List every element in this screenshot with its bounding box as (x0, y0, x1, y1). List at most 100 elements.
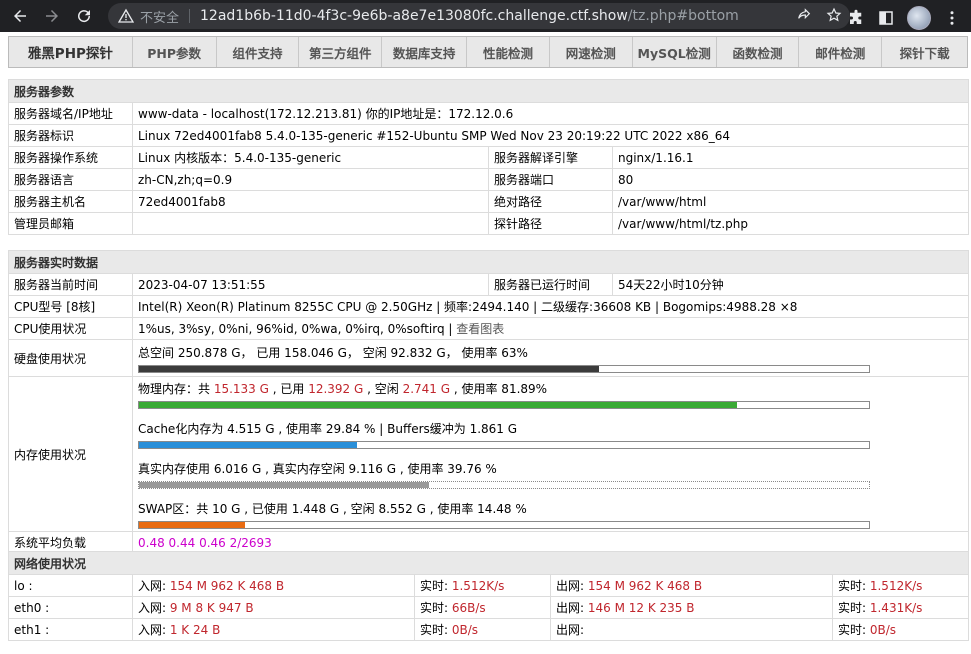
value-port: 80 (611, 168, 970, 191)
swap-memory-fill (139, 522, 245, 528)
menu-item-database[interactable]: 数据库支持 (382, 37, 468, 67)
rt-label: 实时: (420, 623, 452, 637)
out-label: 出网: (556, 623, 585, 637)
section-title: 网络使用状况 (7, 551, 970, 575)
iface-out-rt: 实时: 1.512K/s (831, 574, 970, 597)
menu-item-functions[interactable]: 函数检测 (717, 37, 800, 67)
label-domain: 服务器域名/IP地址 (8, 102, 133, 125)
network-row: lo : 入网: 154 M 962 K 468 B 实时: 1.512K/s … (8, 574, 970, 597)
section-title: 服务器实时数据 (7, 250, 970, 274)
url-path: /tz.php#bottom (627, 8, 739, 24)
real-memory: 真实内存使用 6.016 G , 真实内存空闲 9.116 G , 使用率 39… (138, 457, 963, 491)
label-host: 服务器主机名 (8, 190, 133, 213)
rt-label: 实时: (838, 623, 870, 637)
warning-icon (118, 8, 134, 23)
cpu-usage-text: 1%us, 3%sy, 0%ni, 96%id, 0%wa, 0%irq, 0%… (138, 322, 457, 336)
share-icon[interactable] (796, 7, 812, 23)
phys-ratio: , 使用率 81.89% (450, 382, 548, 396)
iface-out-rt: 实时: 0B/s (831, 618, 970, 641)
phys-total: 15.133 G (213, 382, 269, 396)
network-row: eth0 : 入网: 9 M 8 K 947 B 实时: 66B/s 出网: 1… (8, 596, 970, 619)
out-value: 154 M 962 K 468 B (587, 579, 703, 593)
value-uptime: 54天22小时10分钟 (611, 273, 970, 296)
profile-avatar[interactable] (907, 6, 931, 30)
iface-name: eth0 : (8, 596, 133, 619)
physical-memory-fill (139, 402, 737, 408)
cache-memory: Cache化内存为 4.515 G , 使用率 29.84 % | Buffer… (138, 417, 963, 451)
in-label: 入网: (138, 601, 170, 615)
in-label: 入网: (138, 579, 170, 593)
menu-item-mail[interactable]: 邮件检测 (799, 37, 883, 67)
label-cpu-usage: CPU使用状况 (8, 317, 133, 340)
label-memory: 内存使用状况 (8, 376, 133, 532)
iface-name: eth1 : (8, 618, 133, 641)
rt-value: 66B/s (451, 601, 486, 615)
iface-out: 出网: (550, 618, 833, 641)
view-chart-link[interactable]: 查看图表 (456, 322, 504, 336)
back-arrow-icon (14, 10, 26, 22)
menu-item-php-params[interactable]: PHP参数 (133, 37, 217, 67)
menu-item-brand[interactable]: 雅黑PHP探针 (9, 37, 133, 67)
rt-label: 实时: (838, 579, 870, 593)
bookmark-star-icon[interactable] (826, 7, 842, 23)
menu-item-third-party[interactable]: 第三方组件 (299, 37, 383, 67)
iface-in: 入网: 9 M 8 K 947 B (132, 596, 415, 619)
phys-used: 12.392 G (308, 382, 364, 396)
cache-memory-fill (139, 442, 357, 448)
in-label: 入网: (138, 623, 170, 637)
iface-in-rt: 实时: 1.512K/s (414, 574, 551, 597)
menu-item-download[interactable]: 探针下载 (882, 37, 967, 67)
label-engine: 服务器解译引擎 (488, 146, 613, 169)
rt-label: 实时: (420, 601, 452, 615)
back-button[interactable] (8, 4, 32, 28)
forward-button[interactable] (40, 4, 64, 28)
label-uptime: 服务器已运行时间 (488, 273, 613, 296)
label-os: 服务器操作系统 (8, 146, 133, 169)
value-host: 72ed4001fab8 (132, 190, 489, 213)
section-title: 服务器参数 (7, 79, 970, 103)
value-cpu-usage: 1%us, 3%sy, 0%ni, 96%id, 0%wa, 0%irq, 0%… (131, 317, 970, 340)
real-memory-text: 真实内存使用 6.016 G , 真实内存空闲 9.116 G , 使用率 39… (138, 462, 497, 476)
menu-item-performance[interactable]: 性能检测 (467, 37, 550, 67)
reload-button[interactable] (72, 4, 96, 28)
disk-usage-bar (138, 364, 870, 373)
url-host: 12ad1b6b-11d0-4f3c-9e6b-a8e7e13080fc.cha… (200, 8, 628, 24)
probe-nav-menu: 雅黑PHP探针 PHP参数 组件支持 第三方组件 数据库支持 性能检测 网速检测… (8, 36, 968, 68)
rt-label: 实时: (838, 601, 870, 615)
label-ident: 服务器标识 (8, 124, 133, 147)
label-probepath: 探针路径 (488, 212, 613, 235)
menu-item-mysql[interactable]: MySQL检测 (633, 37, 717, 67)
label-lang: 服务器语言 (8, 168, 133, 191)
address-bar[interactable]: 不安全 12ad1b6b-11d0-4f3c-9e6b-a8e7e13080fc… (108, 3, 850, 29)
rt-value: 0B/s (451, 623, 479, 637)
iface-name: lo : (8, 574, 133, 597)
separator (189, 9, 191, 23)
extensions-puzzle-icon[interactable] (847, 9, 865, 27)
value-admin (132, 212, 489, 235)
cache-memory-text: Cache化内存为 4.515 G , 使用率 29.84 % | Buffer… (138, 422, 518, 436)
value-abspath: /var/www/html (611, 190, 970, 213)
network-row: eth1 : 入网: 1 K 24 B 实时: 0B/s 出网: 实时: 0B/… (8, 618, 970, 641)
iface-in-rt: 实时: 0B/s (414, 618, 551, 641)
disk-usage-text: 总空间 250.878 G， 已用 158.046 G， 空闲 92.832 G… (138, 345, 528, 360)
value-ident: Linux 72ed4001fab8 5.4.0-135-generic #15… (131, 124, 970, 147)
physical-memory: 物理内存：共 15.133 G , 已用 12.392 G , 空闲 2.741… (138, 378, 963, 412)
side-panel-icon[interactable] (877, 9, 895, 27)
value-os: Linux 内核版本：5.4.0-135-generic (132, 146, 489, 169)
disk-usage-fill (139, 365, 599, 372)
value-domain: www-data - localhost(172.12.213.81) 你的IP… (131, 102, 970, 125)
label-time: 服务器当前时间 (8, 273, 133, 296)
more-menu-icon[interactable] (943, 9, 961, 27)
in-value: 1 K 24 B (169, 623, 221, 637)
menu-item-components[interactable]: 组件支持 (217, 37, 300, 67)
menu-item-speed[interactable]: 网速检测 (550, 37, 633, 67)
value-memory: 物理内存：共 15.133 G , 已用 12.392 G , 空闲 2.741… (131, 376, 970, 532)
realtime-table: 服务器实时数据 服务器当前时间 2023-04-07 13:51:55 服务器已… (7, 250, 970, 554)
url-text: 12ad1b6b-11d0-4f3c-9e6b-a8e7e13080fc.cha… (200, 8, 739, 24)
value-disk: 总空间 250.878 G， 已用 158.046 G， 空闲 92.832 G… (131, 339, 970, 377)
swap-memory-text: SWAP区：共 10 G , 已使用 1.448 G , 空闲 8.552 G … (138, 502, 527, 516)
value-probepath: /var/www/html/tz.php (611, 212, 970, 235)
phys-free: 2.741 G (402, 382, 451, 396)
label-cpu: CPU型号 [8核] (8, 295, 133, 318)
real-memory-bar (138, 481, 870, 489)
